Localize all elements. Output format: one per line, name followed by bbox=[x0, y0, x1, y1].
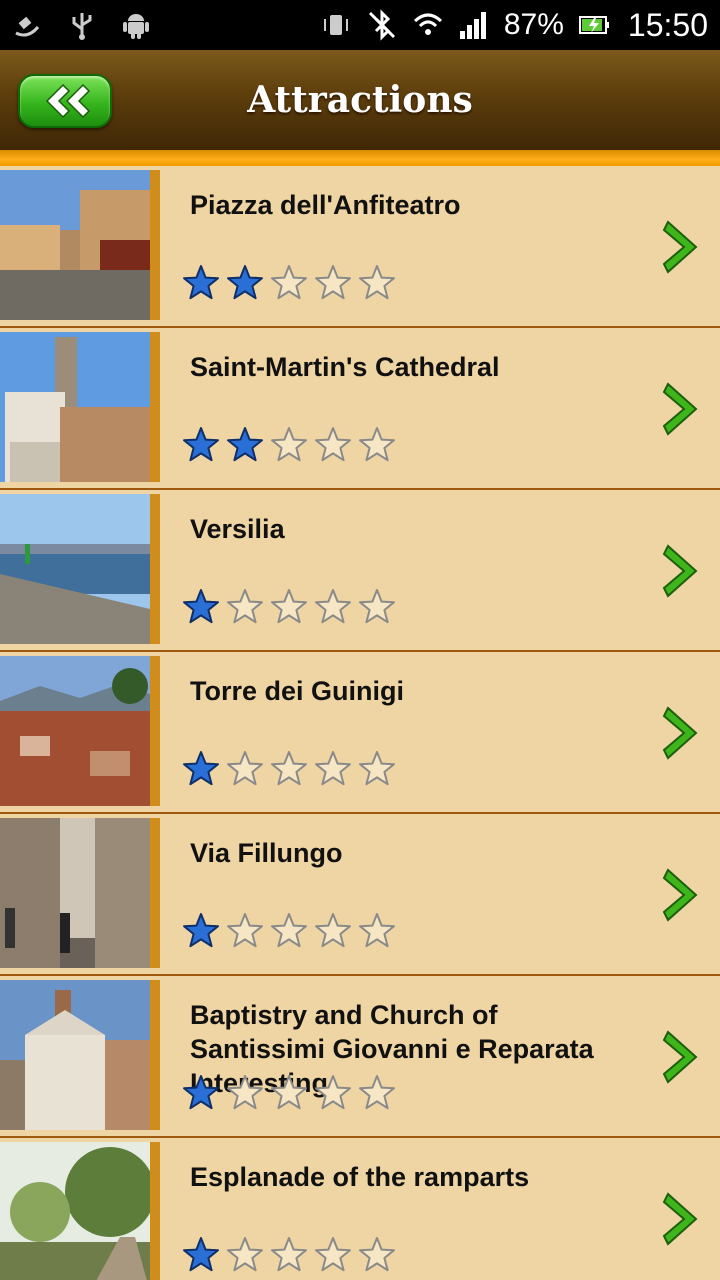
chevron-right-icon bbox=[662, 868, 698, 922]
star-empty-icon bbox=[315, 265, 351, 300]
chevron-right-icon bbox=[662, 1030, 698, 1084]
star-empty-icon bbox=[359, 751, 395, 786]
attraction-thumbnail bbox=[0, 980, 160, 1130]
star-rating bbox=[182, 426, 396, 464]
list-item[interactable]: Baptistry and Church of Santissimi Giova… bbox=[0, 976, 720, 1138]
star-filled-icon bbox=[183, 913, 219, 948]
status-bar: 87% 15:50 bbox=[0, 0, 720, 50]
star-empty-icon bbox=[315, 427, 351, 462]
star-empty-icon bbox=[359, 265, 395, 300]
app-header: Attractions bbox=[0, 50, 720, 150]
battery-icon bbox=[578, 9, 610, 41]
attraction-title: Torre dei Guinigi bbox=[190, 676, 405, 706]
list-item[interactable]: Torre dei Guinigi bbox=[0, 652, 720, 814]
double-chevron-left-icon bbox=[45, 83, 91, 119]
header-accent-strip bbox=[0, 150, 720, 166]
attraction-thumbnail bbox=[0, 1142, 160, 1280]
star-empty-icon bbox=[359, 1075, 395, 1110]
chevron-right-icon bbox=[662, 220, 698, 274]
list-item[interactable]: Esplanade of the ramparts bbox=[0, 1138, 720, 1280]
chevron-right-icon bbox=[662, 706, 698, 760]
attraction-title: Esplanade of the ramparts bbox=[190, 1162, 530, 1192]
attraction-thumbnail bbox=[0, 170, 160, 320]
attraction-thumbnail bbox=[0, 656, 160, 806]
star-filled-icon bbox=[227, 265, 263, 300]
bluetooth-off-icon bbox=[366, 9, 398, 41]
battery-percent: 87% bbox=[503, 8, 564, 41]
star-empty-icon bbox=[315, 1237, 351, 1272]
attraction-title: Versilia bbox=[190, 514, 285, 544]
star-empty-icon bbox=[227, 751, 263, 786]
attraction-title: Saint-Martin's Cathedral bbox=[190, 352, 500, 382]
chevron-right-icon bbox=[662, 382, 698, 436]
star-empty-icon bbox=[315, 589, 351, 624]
star-empty-icon bbox=[271, 589, 307, 624]
gps-icon bbox=[12, 9, 44, 41]
star-filled-icon bbox=[227, 427, 263, 462]
star-filled-icon bbox=[183, 1237, 219, 1272]
star-empty-icon bbox=[315, 1075, 351, 1110]
star-empty-icon bbox=[271, 1075, 307, 1110]
signal-icon bbox=[458, 9, 490, 41]
attraction-title: Piazza dell'Anfiteatro bbox=[190, 190, 461, 220]
star-rating bbox=[182, 1074, 396, 1112]
star-empty-icon bbox=[315, 913, 351, 948]
star-empty-icon bbox=[271, 427, 307, 462]
list-item[interactable]: Saint-Martin's Cathedral bbox=[0, 328, 720, 490]
star-rating bbox=[182, 1236, 396, 1274]
star-filled-icon bbox=[183, 751, 219, 786]
back-button[interactable] bbox=[18, 74, 112, 128]
wifi-icon bbox=[412, 9, 444, 41]
usb-icon bbox=[66, 9, 98, 41]
star-filled-icon bbox=[183, 589, 219, 624]
star-empty-icon bbox=[227, 1237, 263, 1272]
star-empty-icon bbox=[271, 913, 307, 948]
star-empty-icon bbox=[227, 1075, 263, 1110]
star-empty-icon bbox=[315, 751, 351, 786]
star-filled-icon bbox=[183, 1075, 219, 1110]
list-item[interactable]: Piazza dell'Anfiteatro bbox=[0, 166, 720, 328]
attraction-thumbnail bbox=[0, 818, 160, 968]
star-filled-icon bbox=[183, 427, 219, 462]
star-empty-icon bbox=[271, 265, 307, 300]
attractions-list: Piazza dell'Anfiteatro Saint-Martin's Ca… bbox=[0, 166, 720, 1280]
star-empty-icon bbox=[227, 589, 263, 624]
star-rating bbox=[182, 588, 396, 626]
vibrate-icon bbox=[320, 9, 352, 41]
star-empty-icon bbox=[359, 1237, 395, 1272]
attraction-title: Via Fillungo bbox=[190, 838, 343, 868]
attraction-thumbnail bbox=[0, 494, 160, 644]
list-item[interactable]: Versilia bbox=[0, 490, 720, 652]
star-rating bbox=[182, 750, 396, 788]
star-filled-icon bbox=[183, 265, 219, 300]
star-empty-icon bbox=[359, 427, 395, 462]
star-empty-icon bbox=[271, 751, 307, 786]
star-rating bbox=[182, 264, 396, 302]
chevron-right-icon bbox=[662, 1192, 698, 1246]
attraction-thumbnail bbox=[0, 332, 160, 482]
clock: 15:50 bbox=[627, 6, 708, 43]
list-item[interactable]: Via Fillungo bbox=[0, 814, 720, 976]
star-empty-icon bbox=[359, 913, 395, 948]
star-rating bbox=[182, 912, 396, 950]
page-title: Attractions bbox=[247, 79, 473, 121]
android-icon bbox=[120, 9, 152, 41]
star-empty-icon bbox=[271, 1237, 307, 1272]
star-empty-icon bbox=[227, 913, 263, 948]
star-empty-icon bbox=[359, 589, 395, 624]
chevron-right-icon bbox=[662, 544, 698, 598]
